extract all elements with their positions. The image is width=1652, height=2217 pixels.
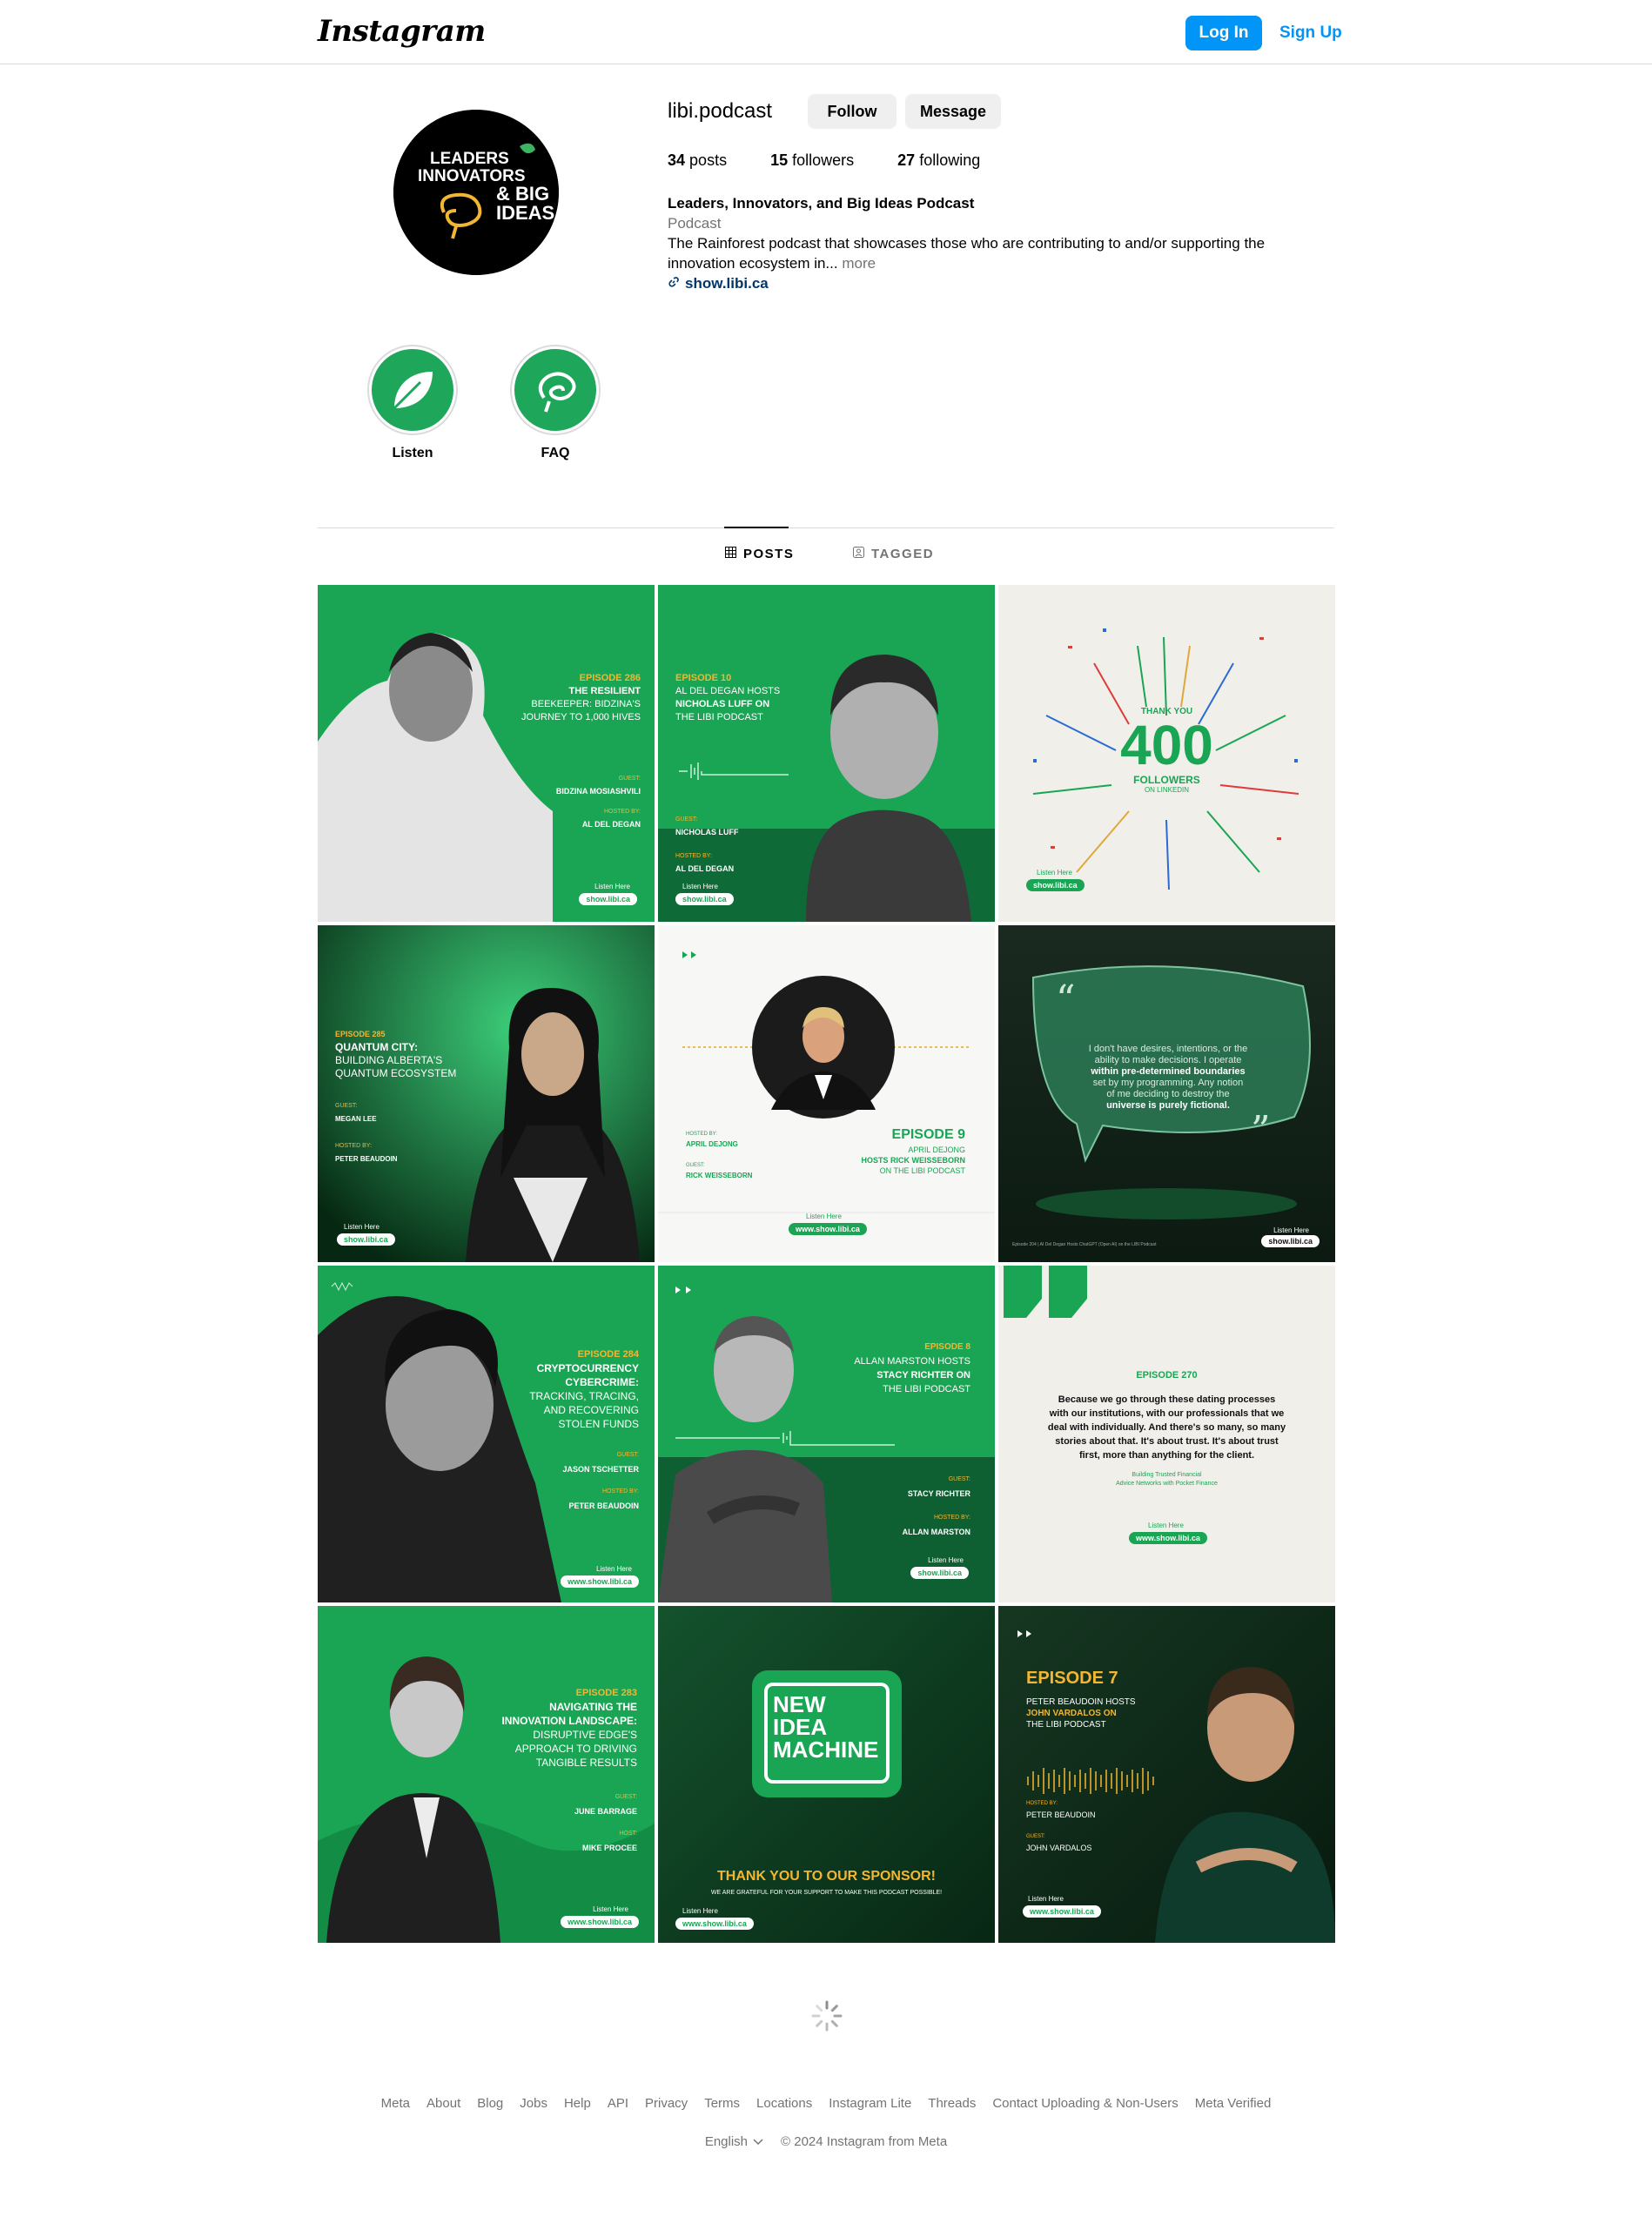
more-button[interactable]: more [842,255,876,272]
footer-link[interactable]: Instagram Lite [829,2096,911,2111]
bio-text: The Rainforest podcast that showcases th… [668,235,1266,272]
login-button[interactable]: Log In [1185,16,1262,50]
footer-link[interactable]: Meta Verified [1195,2096,1272,2111]
footer-link[interactable]: Threads [928,2096,976,2111]
post-image [658,925,995,1262]
signup-link[interactable]: Sign Up [1279,16,1342,50]
footer-link[interactable]: Privacy [645,2096,688,2111]
profile-category: Podcast [668,215,722,232]
chevron-down-icon [753,2134,763,2149]
top-nav: Instagram Log In Sign Up [0,0,1652,64]
highlight-faq[interactable]: FAQ [507,345,603,461]
tagged-icon [853,547,864,561]
instagram-logo[interactable]: Instagram [318,14,486,49]
footer-bottom: English © 2024 Instagram from Meta [0,2134,1652,2149]
loading-spinner-icon [809,1999,844,2033]
posts-grid: EPISODE 286 THE RESILIENT BEEKEEPER: BID… [318,585,1335,1943]
footer-link[interactable]: About [426,2096,460,2111]
post-tile[interactable]: EPISODE 286 THE RESILIENT BEEKEEPER: BID… [318,585,655,922]
post-tile[interactable]: NEW IDEA MACHINE THANK YOU TO OUR SPONSO… [658,1606,995,1943]
svg-text:”: ” [1251,1108,1271,1152]
footer-link[interactable]: Jobs [520,2096,547,2111]
post-tile[interactable]: THANK YOU 400 FOLLOWERS ON LINKEDIN List… [998,585,1335,922]
tab-divider [318,527,1334,528]
post-tile[interactable]: “ ” I don't have desires, intentions, or… [998,925,1335,1262]
footer-link[interactable]: Locations [756,2096,812,2111]
message-button[interactable]: Message [905,94,1001,129]
profile-avatar[interactable]: LEADERS INNOVATORS & BIG IDEAS [393,110,559,275]
profile-full-name: Leaders, Innovators, and Big Ideas Podca… [668,195,975,212]
posts-count: 34 posts [668,151,728,169]
follow-button[interactable]: Follow [808,94,897,129]
highlight-label: FAQ [541,446,570,460]
footer-link[interactable]: Meta [381,2096,410,2111]
following-count[interactable]: 27 following [897,151,980,170]
footer-link[interactable]: Blog [477,2096,503,2111]
footer-links: Meta About Blog Jobs Help API Privacy Te… [0,2096,1652,2111]
post-tile[interactable]: EPISODE 8 ALLAN MARSTON HOSTS STACY RICH… [658,1266,995,1602]
link-icon [668,273,680,293]
post-tile[interactable]: EPISODE 270 Because we go through these … [998,1266,1335,1602]
post-tile[interactable]: EPISODE 7 PETER BEAUDOIN HOSTS JOHN VARD… [998,1606,1335,1943]
leaf-icon [372,349,453,431]
tab-posts[interactable]: POSTS [725,547,794,561]
followers-count[interactable]: 15 followers [770,151,854,170]
tab-tagged[interactable]: TAGGED [853,547,934,561]
highlight-listen[interactable]: Listen [365,345,460,461]
tab-active-indicator [724,527,789,528]
post-tile[interactable]: EPISODE 284 CRYPTOCURRENCY CYBERCRIME: T… [318,1266,655,1602]
grid-icon [725,547,736,561]
highlight-label: Listen [392,446,433,460]
copyright: © 2024 Instagram from Meta [781,2134,948,2149]
profile-link[interactable]: show.libi.ca [668,273,1312,293]
post-tile[interactable]: HOSTED BY: APRIL DEJONG GUEST: RICK WEIS… [658,925,995,1262]
brain-icon [514,349,596,431]
svg-text:LEADERS: LEADERS [430,150,509,168]
profile-bio: Leaders, Innovators, and Big Ideas Podca… [668,193,1312,293]
language-select[interactable]: English [705,2134,763,2149]
post-tile[interactable]: EPISODE 283 NAVIGATING THE INNOVATION LA… [318,1606,655,1943]
post-tile[interactable]: EPISODE 285 QUANTUM CITY: BUILDING ALBER… [318,925,655,1262]
post-tile[interactable]: EPISODE 10 AL DEL DEGAN HOSTS NICHOLAS L… [658,585,995,922]
profile-stats: 34 posts 15 followers 27 following [668,151,980,170]
profile-username: libi.podcast [668,99,773,123]
footer-link[interactable]: Contact Uploading & Non-Users [992,2096,1178,2111]
footer-link[interactable]: Help [564,2096,591,2111]
svg-text:IDEAS: IDEAS [496,202,554,224]
footer-link[interactable]: Terms [704,2096,740,2111]
svg-text:“: “ [1056,977,1076,1022]
footer-link[interactable]: API [608,2096,628,2111]
